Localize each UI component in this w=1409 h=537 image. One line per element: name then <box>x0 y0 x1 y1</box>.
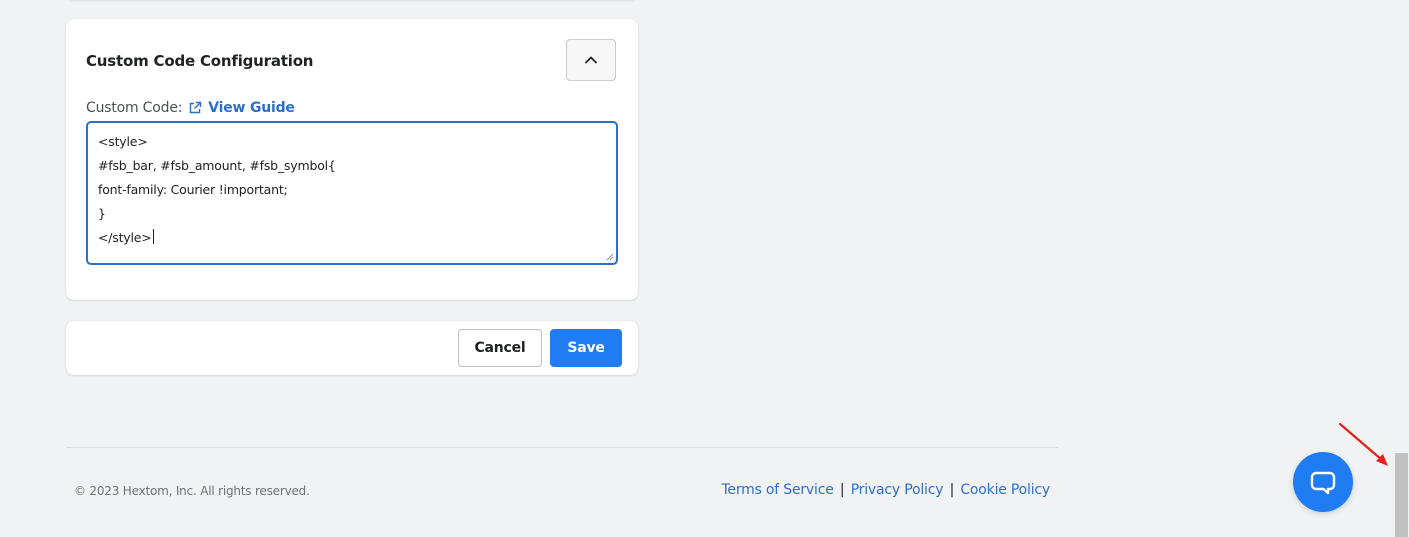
code-line: font-family: Courier !important; <box>98 182 288 197</box>
code-line-last: </style> <box>98 226 606 250</box>
cookie-policy-link[interactable]: Cookie Policy <box>960 482 1050 498</box>
copyright-text: © 2023 Hextom, Inc. All rights reserved. <box>74 484 310 498</box>
code-line: #fsb_bar, #fsb_amount, #fsb_symbol{ <box>98 158 336 173</box>
custom-code-label: Custom Code: <box>86 100 183 116</box>
page: Custom Code Configuration Custom Code: V… <box>0 0 1409 537</box>
text-caret <box>152 229 154 244</box>
footer-separator: | <box>839 482 845 498</box>
custom-code-label-row: Custom Code: View Guide <box>86 100 295 116</box>
privacy-policy-link[interactable]: Privacy Policy <box>851 482 944 498</box>
actions-card: Cancel Save <box>66 321 638 375</box>
custom-code-card: Custom Code Configuration Custom Code: V… <box>66 19 638 300</box>
code-line: <style> <box>98 134 148 149</box>
view-guide-link[interactable]: View Guide <box>188 100 295 116</box>
cancel-button[interactable]: Cancel <box>458 329 542 367</box>
footer-separator: | <box>949 482 955 498</box>
footer-divider <box>66 447 1058 448</box>
chevron-up-icon <box>585 56 597 64</box>
custom-code-textarea[interactable]: <style> #fsb_bar, #fsb_amount, #fsb_symb… <box>86 121 618 265</box>
annotation-arrow-icon <box>1338 422 1388 466</box>
footer-links: Terms of Service | Privacy Policy | Cook… <box>721 482 1050 498</box>
scrollbar-thumb[interactable] <box>1395 453 1408 537</box>
external-link-icon <box>190 101 202 114</box>
save-button[interactable]: Save <box>550 329 622 367</box>
view-guide-label: View Guide <box>208 100 295 116</box>
resize-handle-icon[interactable] <box>606 253 614 261</box>
chat-bubble-icon <box>1310 471 1336 495</box>
code-line: } <box>98 206 106 221</box>
collapse-button[interactable] <box>566 39 616 81</box>
card-title: Custom Code Configuration <box>86 52 314 70</box>
code-line: </style> <box>98 230 152 245</box>
terms-of-service-link[interactable]: Terms of Service <box>721 482 833 498</box>
